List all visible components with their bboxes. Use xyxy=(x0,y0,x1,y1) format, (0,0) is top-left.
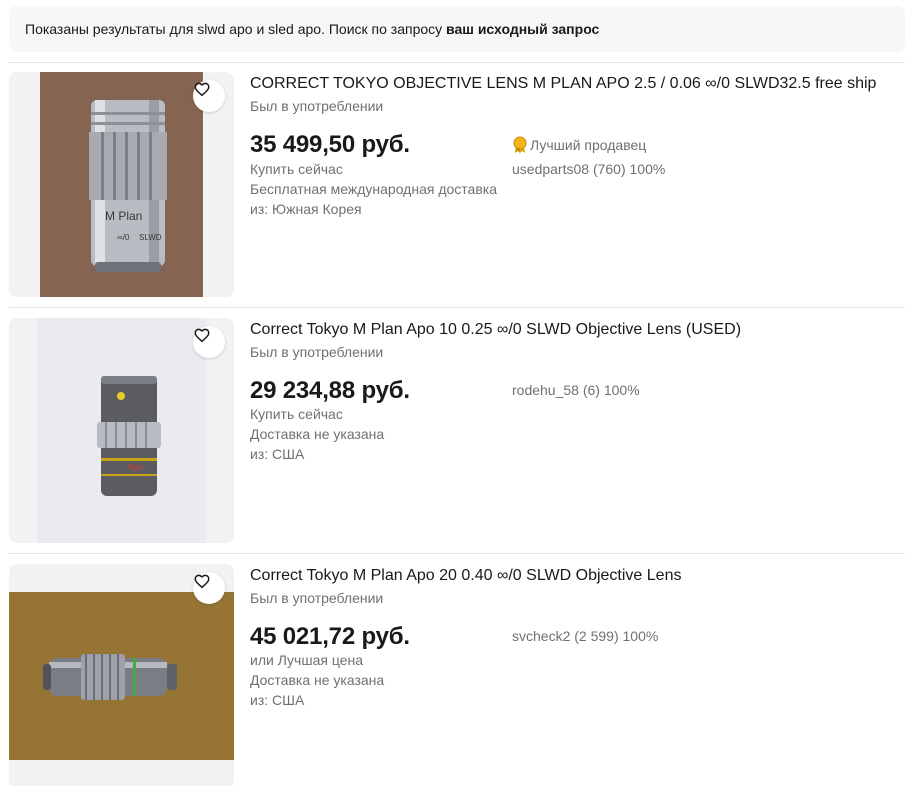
lens-engraving: Apo xyxy=(127,462,143,472)
divider xyxy=(9,553,905,554)
divider xyxy=(9,307,905,308)
top-seller-icon xyxy=(513,136,527,153)
watchlist-button[interactable] xyxy=(193,326,225,358)
buy-format: Купить сейчас xyxy=(250,406,343,422)
watchlist-button[interactable] xyxy=(193,572,225,604)
listing-card: Correct Tokyo M Plan Apo 20 0.40 ∞/0 SLW… xyxy=(9,564,905,786)
shipping-info: Доставка не указана xyxy=(250,426,385,442)
notice-text: Показаны результаты для slwd apo и sled … xyxy=(25,21,443,37)
seller-info: rodehu_58 (6) 100% xyxy=(512,382,640,398)
heart-icon xyxy=(194,574,210,589)
top-seller-badge: Лучший продавец xyxy=(512,136,646,154)
listing-price: 29 234,88 руб. xyxy=(250,377,410,404)
listing-image[interactable]: Apo xyxy=(9,318,234,543)
listing-card: M Plan ∞/0 SLWD CORRECT TOKYO OBJECTIVE … xyxy=(9,72,905,302)
item-origin: из: США xyxy=(250,692,305,708)
listing-condition: Был в употреблении xyxy=(250,590,384,606)
listing-price: 45 021,72 руб. xyxy=(250,623,410,650)
search-results-page: Показаны результаты для slwd apo и sled … xyxy=(0,0,907,786)
shipping-info: Бесплатная международная доставка xyxy=(250,181,497,197)
lens-engraving: M Plan xyxy=(105,209,142,223)
listing-title[interactable]: Correct Tokyo M Plan Apo 20 0.40 ∞/0 SLW… xyxy=(250,566,681,586)
seller-info: svcheck2 (2 599) 100% xyxy=(512,628,659,644)
lens-engraving: SLWD xyxy=(139,233,162,242)
listing-image[interactable]: M Plan ∞/0 SLWD xyxy=(9,72,234,297)
heart-icon xyxy=(194,82,210,97)
item-origin: из: США xyxy=(250,446,305,462)
buy-format: Купить сейчас xyxy=(250,161,343,177)
heart-icon xyxy=(194,328,210,343)
seller-info: usedparts08 (760) 100% xyxy=(512,161,666,177)
listing-title[interactable]: CORRECT TOKYO OBJECTIVE LENS M PLAN APO … xyxy=(250,74,876,94)
original-query-link[interactable]: ваш исходный запрос xyxy=(446,21,599,37)
top-seller-label: Лучший продавец xyxy=(530,137,647,153)
buy-format: или Лучшая цена xyxy=(250,652,363,668)
shipping-info: Доставка не указана xyxy=(250,672,385,688)
listing-image[interactable] xyxy=(9,564,234,786)
listing-card: Apo Correct Tokyo M Plan Apo 10 0.25 ∞/0… xyxy=(9,318,905,548)
divider xyxy=(9,62,905,63)
listing-title[interactable]: Correct Tokyo M Plan Apo 10 0.25 ∞/0 SLW… xyxy=(250,320,741,340)
item-origin: из: Южная Корея xyxy=(250,201,362,217)
listing-price: 35 499,50 руб. xyxy=(250,131,410,158)
lens-engraving: ∞/0 xyxy=(117,233,130,242)
watchlist-button[interactable] xyxy=(193,80,225,112)
listing-condition: Был в употреблении xyxy=(250,344,384,360)
spelling-notice: Показаны результаты для slwd apo и sled … xyxy=(9,6,905,52)
listing-condition: Был в употреблении xyxy=(250,98,384,114)
